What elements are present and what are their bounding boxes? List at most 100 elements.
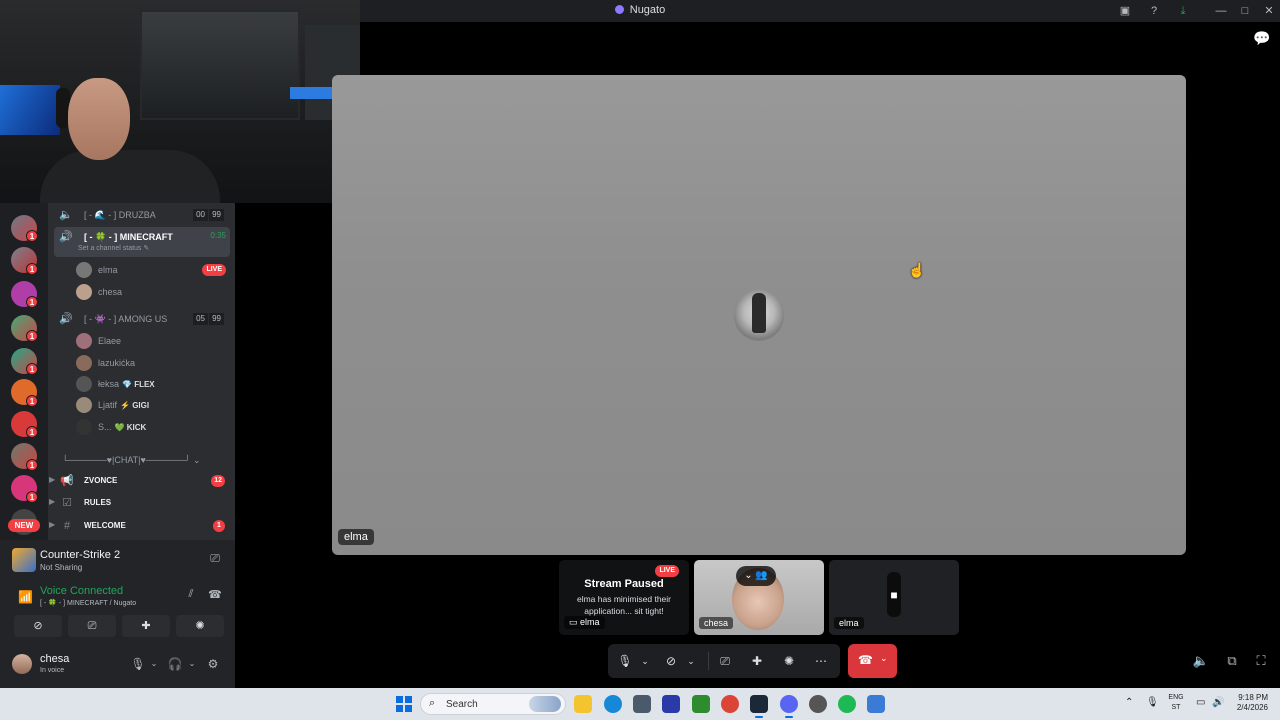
unread-badge: 1 xyxy=(26,491,38,503)
soundboard-button[interactable]: ✺ xyxy=(176,615,224,637)
headphones-icon[interactable]: 🎧 xyxy=(167,656,183,672)
discord-icon[interactable] xyxy=(780,695,798,718)
help-icon[interactable]: ? xyxy=(1146,3,1162,19)
pop-out-icon[interactable]: ⧉ xyxy=(1223,652,1241,670)
username[interactable]: chesa xyxy=(40,653,69,665)
speaker-icon: 🔊 xyxy=(59,313,73,325)
unread-badge: 1 xyxy=(26,263,38,275)
microphone-tray-icon[interactable]: 🎙 xyxy=(1146,697,1159,708)
text-channel[interactable]: ▶ 📢 ZVONCE 12 xyxy=(48,471,235,491)
avatar xyxy=(76,284,92,300)
voice-channel[interactable]: 🔊 [ - 👾 - ] AMONG US 05 99 xyxy=(54,309,230,329)
user-panel: Counter-Strike 2 Not Sharing ⎚ 📶 Voice C… xyxy=(0,540,235,688)
fullscreen-icon[interactable]: ⛶ xyxy=(1252,652,1270,670)
user-area: chesa In voice 🎙 ⌄ 🎧 ⌄ ⚙ xyxy=(0,642,235,688)
system-clock[interactable]: 9:18 PM 2/4/2026 xyxy=(1224,693,1268,713)
chevron-down-icon[interactable]: ⌄ xyxy=(146,656,162,672)
user-status: In voice xyxy=(40,667,65,674)
voice-connected-label[interactable]: Voice Connected xyxy=(40,585,123,597)
main-stream-view[interactable]: elma xyxy=(332,75,1186,555)
camera-off-icon[interactable]: ⊘ xyxy=(662,652,680,670)
steam-icon[interactable] xyxy=(750,695,768,718)
hand-cursor-icon: ☝ xyxy=(908,262,926,278)
voice-user[interactable]: S... 💚 KICK xyxy=(76,417,226,437)
gear-icon[interactable]: ⚙ xyxy=(205,656,221,672)
taskbar-search[interactable]: ⌕ Search xyxy=(420,693,566,715)
participant-tile[interactable]: ■ elma xyxy=(829,560,959,635)
voice-user[interactable]: elma LIVE xyxy=(76,260,226,280)
voice-user[interactable]: łeksa 💎 FLEX xyxy=(76,374,226,394)
divider xyxy=(708,652,709,670)
voice-user[interactable]: Elaee xyxy=(76,331,226,351)
voice-user[interactable]: lazukićka xyxy=(76,353,226,373)
chevron-down-icon[interactable]: ⌄ xyxy=(184,656,200,672)
voice-user[interactable]: Ljatif ⚡ GIGI xyxy=(76,395,226,415)
expand-arrow-icon: ▶ xyxy=(49,520,56,529)
game-activity: Counter-Strike 2 Not Sharing ⎚ xyxy=(8,545,228,579)
server-logo-icon xyxy=(614,5,624,14)
activities-icon[interactable]: ✚ xyxy=(748,652,766,670)
channel-status[interactable]: Set a channel status ✎ xyxy=(78,244,149,252)
microphone-icon[interactable]: 🎙 xyxy=(130,656,146,672)
share-screen-icon[interactable]: ⎚ xyxy=(716,652,734,670)
avatar-figure xyxy=(752,293,766,333)
avatar[interactable] xyxy=(12,654,32,674)
voice-user[interactable]: chesa xyxy=(76,282,226,302)
screen-share-button[interactable]: ⎚ xyxy=(206,551,224,569)
chevron-up-icon[interactable]: ⌃ xyxy=(1125,697,1133,708)
chat-bubble-icon[interactable]: 💬 xyxy=(1253,30,1270,46)
notepad-icon[interactable] xyxy=(867,695,885,713)
chevron-down-icon[interactable]: ⌄ xyxy=(636,652,654,670)
start-button[interactable] xyxy=(396,696,412,712)
category-header[interactable]: └──────♥|CHAT|♥──────┘ ⌄ xyxy=(62,455,222,469)
language-indicator[interactable]: ENG ST xyxy=(1164,693,1188,713)
chrome-icon[interactable] xyxy=(721,695,739,713)
disconnect-icon[interactable]: ☎ xyxy=(206,588,224,606)
participant-tile[interactable]: ⌄ 👥 chesa xyxy=(694,560,824,635)
voice-channel-path[interactable]: [ - 🍀 - ] MINECRAFT / Nugato xyxy=(40,599,136,607)
soundboard-icon[interactable]: ✺ xyxy=(780,652,798,670)
maximize-button[interactable]: □ xyxy=(1237,3,1253,19)
windows-logo-icon xyxy=(405,696,412,703)
minimize-button[interactable]: — xyxy=(1213,3,1229,19)
background-window xyxy=(140,10,300,120)
more-options-icon[interactable]: ⋯ xyxy=(812,652,830,670)
edge-browser-icon[interactable] xyxy=(604,695,622,713)
network-icon[interactable]: ▭ xyxy=(1196,697,1205,708)
xbox-icon[interactable] xyxy=(692,695,710,713)
avatar xyxy=(76,355,92,371)
channel-list: 🔈 [ - 🌊 - ] DRUZBA 00 99 🔊 [ - 🍀 - ] MIN… xyxy=(48,203,235,540)
mention-badge: 1 xyxy=(213,520,225,532)
microphone-icon[interactable]: 🎙 xyxy=(616,652,634,670)
inbox-window-icon[interactable]: ▣ xyxy=(1117,3,1133,19)
user-limit: 99 xyxy=(209,313,224,325)
spotify-icon[interactable] xyxy=(838,695,856,713)
windows-taskbar: ⌕ Search ⌃ 🎙 ENG ST ▭ 🔊 9:18 PM 2/4/2026 xyxy=(0,688,1280,720)
download-icon[interactable]: ⤓ xyxy=(1175,3,1191,19)
call-timer: 0:35 xyxy=(210,231,226,240)
activities-button[interactable]: ✚ xyxy=(122,615,170,637)
voice-channel[interactable]: 🔈 [ - 🌊 - ] DRUZBA 00 99 xyxy=(54,205,230,225)
windows-logo-icon xyxy=(396,705,403,712)
call-controls: 🎙 ⌄ ⊘ ⌄ ⎚ ✚ ✺ ⋯ xyxy=(608,644,840,678)
close-button[interactable]: ✕ xyxy=(1261,3,1277,19)
text-channel[interactable]: ▶ ☑ RULES xyxy=(48,493,235,513)
volume-tray-icon[interactable]: 🔊 xyxy=(1212,697,1224,708)
volume-icon[interactable]: 🔈 xyxy=(1192,652,1210,670)
voice-connection: 📶 Voice Connected [ - 🍀 - ] MINECRAFT / … xyxy=(8,582,228,614)
app-icon[interactable] xyxy=(662,695,680,713)
stream-owner-label: elma xyxy=(338,529,374,545)
text-channel[interactable]: ▶ # WELCOME 1 xyxy=(48,516,235,536)
stream-tile[interactable]: LIVE Stream Paused elma has minimised th… xyxy=(559,560,689,635)
chevron-down-icon[interactable]: ⌄ xyxy=(682,652,700,670)
store-icon[interactable] xyxy=(633,695,651,713)
file-explorer-icon[interactable] xyxy=(574,695,592,713)
add-friend-button[interactable]: ⌄ 👥 xyxy=(736,566,776,586)
share-screen-button[interactable]: ⎚ xyxy=(68,615,116,637)
noise-suppression-icon[interactable]: ⫽ xyxy=(182,588,200,606)
disconnect-button[interactable]: ☎ ⌄ xyxy=(848,644,897,678)
camera-off-button[interactable]: ⊘ xyxy=(14,615,62,637)
voice-channel-active[interactable]: 🔊 [ - 🍀 - ] MINECRAFT 0:35 Set a channel… xyxy=(54,227,230,257)
unread-badge: 1 xyxy=(26,426,38,438)
obs-icon[interactable] xyxy=(809,695,827,713)
